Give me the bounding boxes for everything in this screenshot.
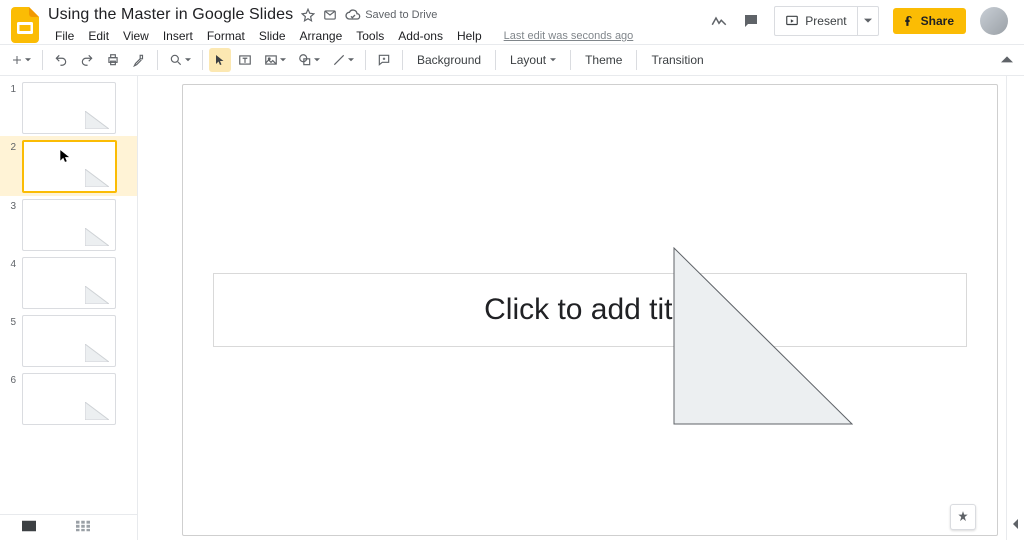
slide-thumbnail-1[interactable] (22, 82, 116, 134)
slide-thumbnail-2[interactable] (22, 140, 117, 193)
grid-view-button[interactable] (76, 519, 90, 537)
slide-canvas[interactable]: Click to add title (182, 84, 998, 536)
transition-button[interactable]: Transition (643, 48, 711, 72)
menu-slide[interactable]: Slide (252, 26, 293, 46)
redo-button[interactable] (75, 48, 99, 72)
menu-bar: File Edit View Insert Format Slide Arran… (48, 26, 640, 46)
share-button[interactable]: Share (893, 8, 966, 34)
background-button[interactable]: Background (409, 48, 489, 72)
collapse-toolbar-button[interactable] (996, 48, 1018, 72)
new-slide-button[interactable] (6, 48, 36, 72)
present-label: Present (805, 14, 846, 28)
slide-thumbnail-4[interactable] (22, 257, 116, 309)
menu-addons[interactable]: Add-ons (391, 26, 450, 46)
last-edit-link[interactable]: Last edit was seconds ago (497, 27, 641, 45)
cloud-saved-icon[interactable]: Saved to Drive (345, 8, 437, 22)
menu-arrange[interactable]: Arrange (293, 26, 350, 46)
thumb-number: 2 (0, 140, 22, 153)
explore-button[interactable] (950, 504, 976, 530)
thumb-number: 4 (0, 257, 22, 270)
expand-side-panel-button[interactable] (1011, 516, 1021, 534)
thumb-number: 6 (0, 373, 22, 386)
slide-thumbnail-6[interactable] (22, 373, 116, 425)
filmstrip-view-button[interactable] (22, 519, 36, 537)
title-placeholder[interactable]: Click to add title (213, 273, 967, 347)
saved-to-drive-text: Saved to Drive (365, 9, 437, 21)
zoom-button[interactable] (164, 48, 196, 72)
slide-thumbnail-5[interactable] (22, 315, 116, 367)
thumb-number: 1 (0, 82, 22, 95)
thumb-number: 5 (0, 315, 22, 328)
menu-tools[interactable]: Tools (349, 26, 391, 46)
menu-view[interactable]: View (116, 26, 156, 46)
theme-button[interactable]: Theme (577, 48, 630, 72)
layout-button[interactable]: Layout (502, 48, 564, 72)
menu-help[interactable]: Help (450, 26, 489, 46)
account-avatar[interactable] (980, 7, 1008, 35)
menu-edit[interactable]: Edit (81, 26, 116, 46)
present-dropdown[interactable] (858, 6, 879, 36)
menu-format[interactable]: Format (200, 26, 252, 46)
master-triangle-shape[interactable] (673, 247, 853, 425)
thumb-number: 3 (0, 199, 22, 212)
image-tool[interactable] (259, 48, 291, 72)
line-tool[interactable] (327, 48, 359, 72)
share-label: Share (921, 14, 954, 28)
doc-title[interactable]: Using the Master in Google Slides (48, 6, 293, 24)
present-button[interactable]: Present (774, 6, 857, 36)
menu-insert[interactable]: Insert (156, 26, 200, 46)
print-button[interactable] (101, 48, 125, 72)
paint-format-button[interactable] (127, 48, 151, 72)
slides-app-icon[interactable] (6, 6, 44, 44)
activity-icon[interactable] (710, 12, 728, 30)
textbox-tool[interactable] (233, 48, 257, 72)
menu-file[interactable]: File (48, 26, 81, 46)
comment-tool[interactable] (372, 48, 396, 72)
move-icon[interactable] (323, 8, 337, 22)
slide-thumbnail-3[interactable] (22, 199, 116, 251)
filmstrip: 1 2 3 (0, 76, 138, 540)
select-tool[interactable] (209, 48, 231, 72)
shape-tool[interactable] (293, 48, 325, 72)
comments-icon[interactable] (742, 12, 760, 30)
star-icon[interactable] (301, 8, 315, 22)
undo-button[interactable] (49, 48, 73, 72)
